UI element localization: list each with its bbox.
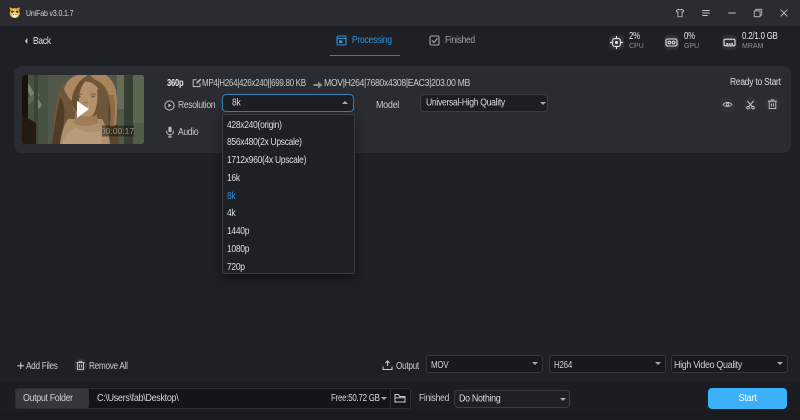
svg-text:00:00:17: 00:00:17 (101, 126, 135, 136)
